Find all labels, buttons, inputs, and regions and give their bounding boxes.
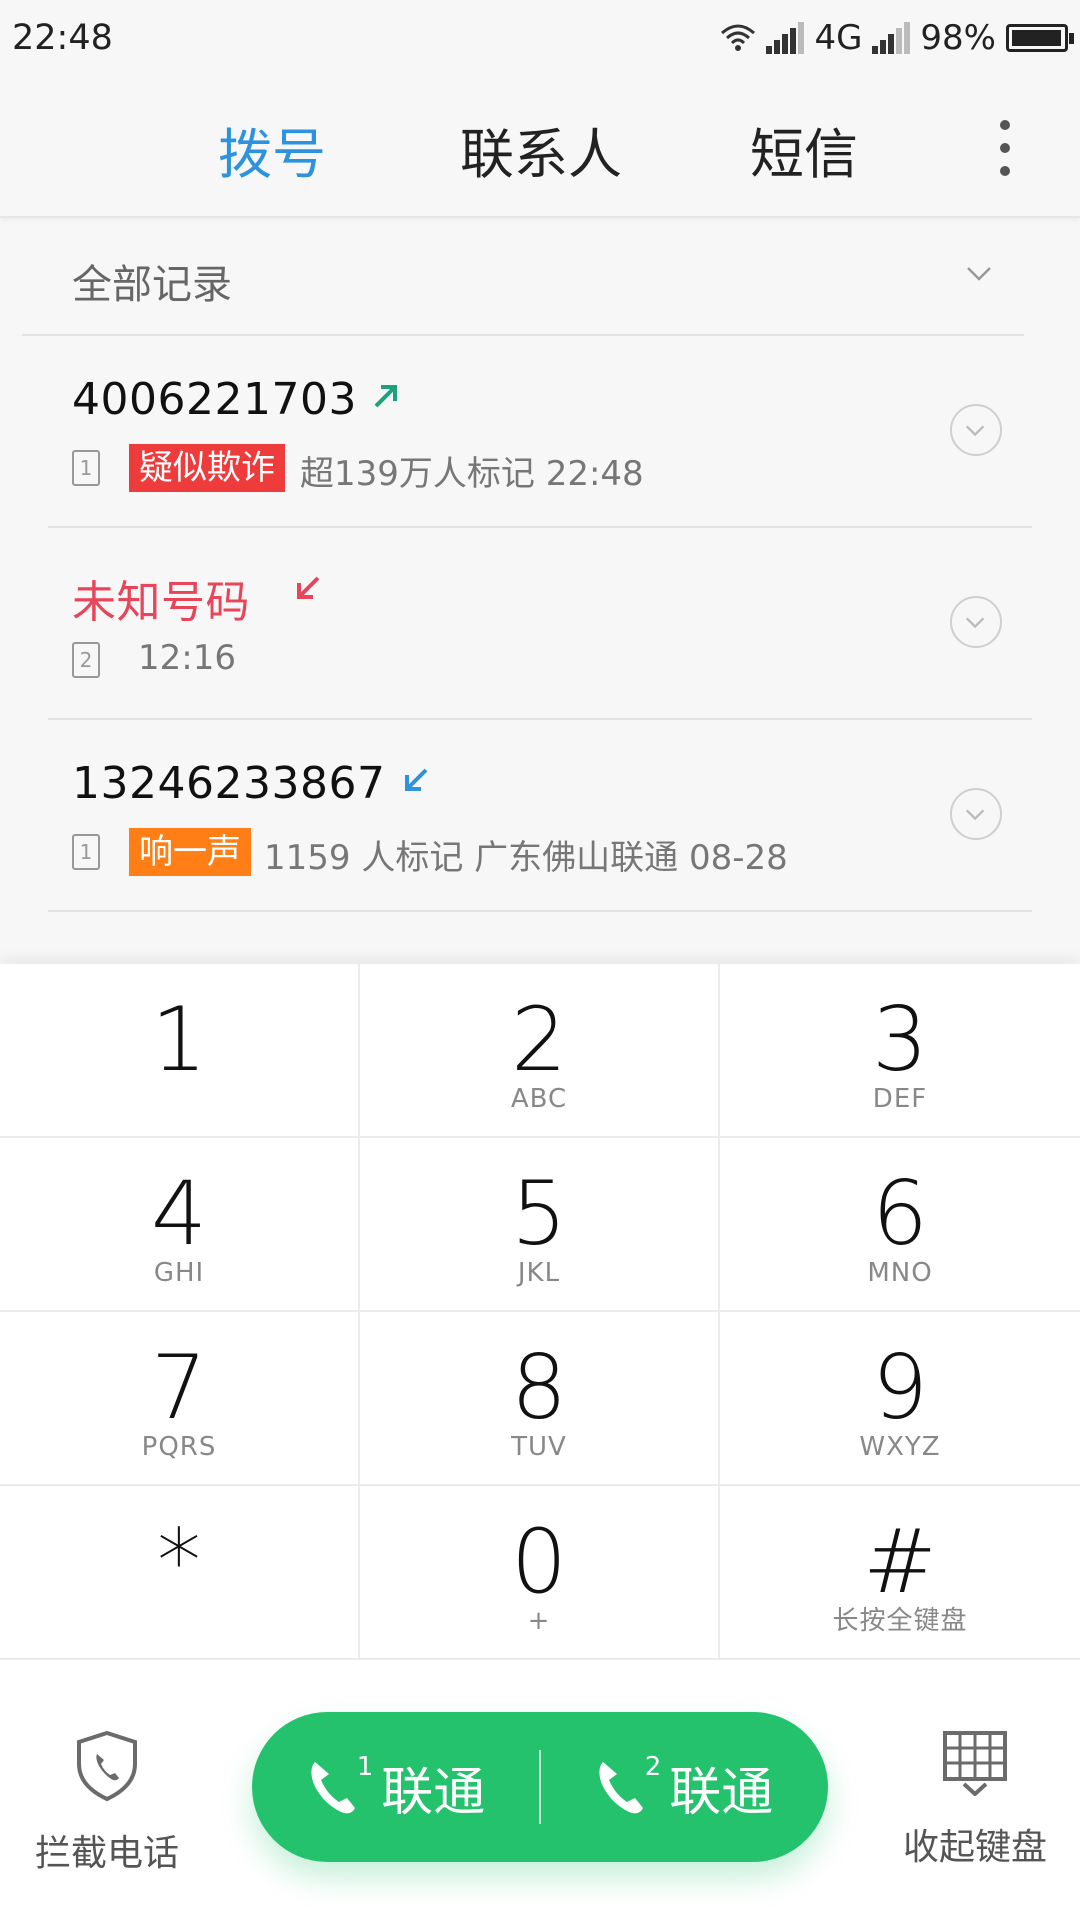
status-bar: 22:48 4G 98% [0, 0, 1080, 80]
key-digit: 8 [511, 1336, 567, 1439]
key-letters: ABC [510, 1084, 568, 1114]
key-digit: 1 [151, 988, 207, 1091]
signal-icon [766, 22, 805, 54]
call-detail: 12:16 [138, 638, 236, 678]
carrier-label: 联通 [669, 1762, 774, 1823]
call-log-item[interactable]: 未知号码 2 12:16 [48, 528, 1032, 720]
tab-dial[interactable]: 拨号 [218, 110, 326, 189]
call-log-item[interactable]: 13246233867 1 响一声 1159 人标记 广东佛山联通 08-28 [48, 720, 1032, 912]
key-4[interactable]: 4 GHI [0, 1138, 360, 1312]
key-2[interactable]: 2 ABC [360, 964, 720, 1138]
key-digit: 6 [872, 1162, 928, 1265]
call-number: 13246233867 [72, 758, 386, 809]
key-letters: WXYZ [859, 1432, 941, 1462]
missed-call-icon [297, 576, 320, 599]
battery-fill [1012, 30, 1061, 46]
key-letters: PQRS [141, 1432, 217, 1462]
key-7[interactable]: 7 PQRS [0, 1312, 360, 1486]
sim-number: 2 [644, 1752, 662, 1782]
chevron-down-icon [967, 267, 991, 281]
call-buttons: 1 联通 2 联通 [252, 1712, 828, 1862]
key-digit: * [157, 1510, 201, 1613]
key-hash[interactable]: # 长按全键盘 [720, 1486, 1080, 1660]
call-sim2-button[interactable]: 2 联通 [540, 1712, 828, 1862]
key-letters: TUV [511, 1432, 567, 1462]
key-digit: 4 [151, 1162, 207, 1265]
tab-bar: 拨号 联系人 短信 [0, 80, 1080, 218]
status-icons: 4G 98% [720, 16, 1074, 60]
hide-keypad-button[interactable]: 收起键盘 [890, 1730, 1060, 1870]
filter-label: 全部记录 [72, 262, 232, 308]
hide-keypad-label: 收起键盘 [902, 1827, 1047, 1868]
bottom-bar: 拦截电话 1 联通 2 联通 收起键盘 [0, 1660, 1080, 1920]
more-options-icon[interactable] [995, 118, 1015, 178]
call-detail: 超139万人标记 22:48 [300, 454, 644, 494]
key-8[interactable]: 8 TUV [360, 1312, 720, 1486]
call-sim1-button[interactable]: 1 联通 [252, 1712, 540, 1862]
wifi-icon [721, 24, 756, 51]
key-3[interactable]: 3 DEF [720, 964, 1080, 1138]
sim-number: 1 [356, 1752, 374, 1782]
key-5[interactable]: 5 JKL [360, 1138, 720, 1312]
status-time: 22:48 [12, 18, 113, 58]
key-letters: GHI [153, 1258, 205, 1288]
phone-icon [599, 1762, 643, 1814]
shield-phone-icon [77, 1730, 137, 1802]
one-ring-tag: 响一声 [129, 828, 251, 876]
key-letters: + [527, 1606, 551, 1636]
signal-icon [872, 22, 911, 54]
key-letters: DEF [872, 1084, 928, 1114]
key-9[interactable]: 9 WXYZ [720, 1312, 1080, 1486]
key-digit: 2 [511, 988, 567, 1091]
block-calls-button[interactable]: 拦截电话 [22, 1730, 192, 1876]
tab-contacts[interactable]: 联系人 [460, 110, 622, 189]
incoming-call-icon [405, 768, 428, 791]
expand-details-icon[interactable] [950, 404, 1002, 456]
network-type: 4G [814, 18, 863, 58]
call-log-filter[interactable]: 全部记录 [22, 216, 1024, 336]
key-letters: 长按全键盘 [832, 1606, 968, 1636]
key-6[interactable]: 6 MNO [720, 1138, 1080, 1312]
key-1[interactable]: 1 [0, 964, 360, 1138]
key-digit: 7 [151, 1336, 207, 1439]
call-log-item[interactable]: 4006221703 1 疑似欺诈 超139万人标记 22:48 [48, 336, 1032, 528]
expand-details-icon[interactable] [950, 596, 1002, 648]
battery-percent: 98% [920, 18, 996, 58]
call-number: 4006221703 [72, 374, 357, 425]
key-digit: 0 [511, 1510, 567, 1613]
sim-icon: 2 [72, 642, 100, 678]
key-digit: 5 [511, 1162, 567, 1265]
sim-icon: 1 [72, 834, 100, 870]
key-0[interactable]: 0 + [360, 1486, 720, 1660]
outgoing-call-icon [374, 385, 397, 408]
call-number: 未知号码 [72, 577, 250, 628]
sim-icon: 1 [72, 450, 100, 486]
battery-icon [1006, 24, 1074, 52]
expand-details-icon[interactable] [950, 788, 1002, 840]
carrier-label: 联通 [381, 1762, 486, 1823]
tab-messages[interactable]: 短信 [750, 110, 858, 189]
dialpad: 1 2 ABC 3 DEF 4 GHI 5 JKL 6 MNO 7 PQRS 8 TUV 9W… [0, 964, 1080, 1660]
key-digit: 3 [872, 988, 928, 1091]
key-digit: # [863, 1510, 937, 1613]
block-calls-label: 拦截电话 [34, 1833, 179, 1874]
keypad-grid-icon [943, 1731, 1007, 1797]
call-detail: 1159 人标记 广东佛山联通 08-28 [264, 838, 788, 878]
key-letters: MNO [867, 1258, 933, 1288]
fraud-tag: 疑似欺诈 [129, 444, 285, 492]
key-star[interactable]: * [0, 1486, 360, 1660]
key-letters: JKL [517, 1258, 561, 1288]
key-digit: 9 [872, 1336, 928, 1439]
phone-icon [311, 1762, 355, 1814]
